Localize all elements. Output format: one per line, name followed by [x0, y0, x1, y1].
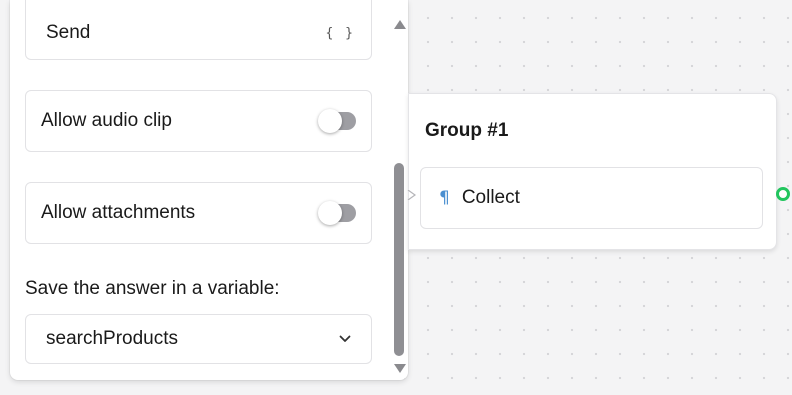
output-connector-icon[interactable]: [776, 187, 790, 201]
chevron-down-icon: [339, 335, 351, 342]
block-label: Collect: [461, 187, 520, 208]
send-button-label-field[interactable]: Send { }: [25, 0, 372, 60]
scrollbar-thumb[interactable]: [394, 163, 404, 356]
variable-select-value: searchProducts: [46, 328, 179, 349]
group-title[interactable]: Group #1: [425, 120, 508, 142]
allow-attachments-switch[interactable]: [318, 201, 356, 225]
group-node[interactable]: Group #1 ¶ Collect: [407, 93, 777, 250]
switch-knob: [318, 109, 342, 133]
allow-audio-clip-switch[interactable]: [318, 109, 356, 133]
allow-audio-clip-label: Allow audio clip: [41, 110, 172, 131]
block-settings-panel: Send { } Allow audio clip Allow attachme…: [10, 0, 408, 380]
allow-audio-clip-row: Allow audio clip: [25, 90, 372, 152]
send-label: Send: [46, 22, 91, 43]
text-input-icon: ¶: [439, 188, 450, 208]
allow-attachments-row: Allow attachments: [25, 182, 372, 244]
variable-braces-icon[interactable]: { }: [326, 26, 355, 41]
allow-attachments-label: Allow attachments: [41, 202, 196, 223]
switch-knob: [318, 201, 342, 225]
panel-scrollbar[interactable]: [390, 0, 408, 380]
save-variable-label: Save the answer in a variable:: [25, 278, 280, 299]
scroll-down-arrow-icon[interactable]: [394, 364, 406, 373]
scroll-up-arrow-icon[interactable]: [394, 20, 406, 29]
variable-select[interactable]: searchProducts: [25, 314, 372, 364]
input-handle-icon[interactable]: [407, 190, 417, 200]
collect-block[interactable]: ¶ Collect: [420, 167, 763, 229]
